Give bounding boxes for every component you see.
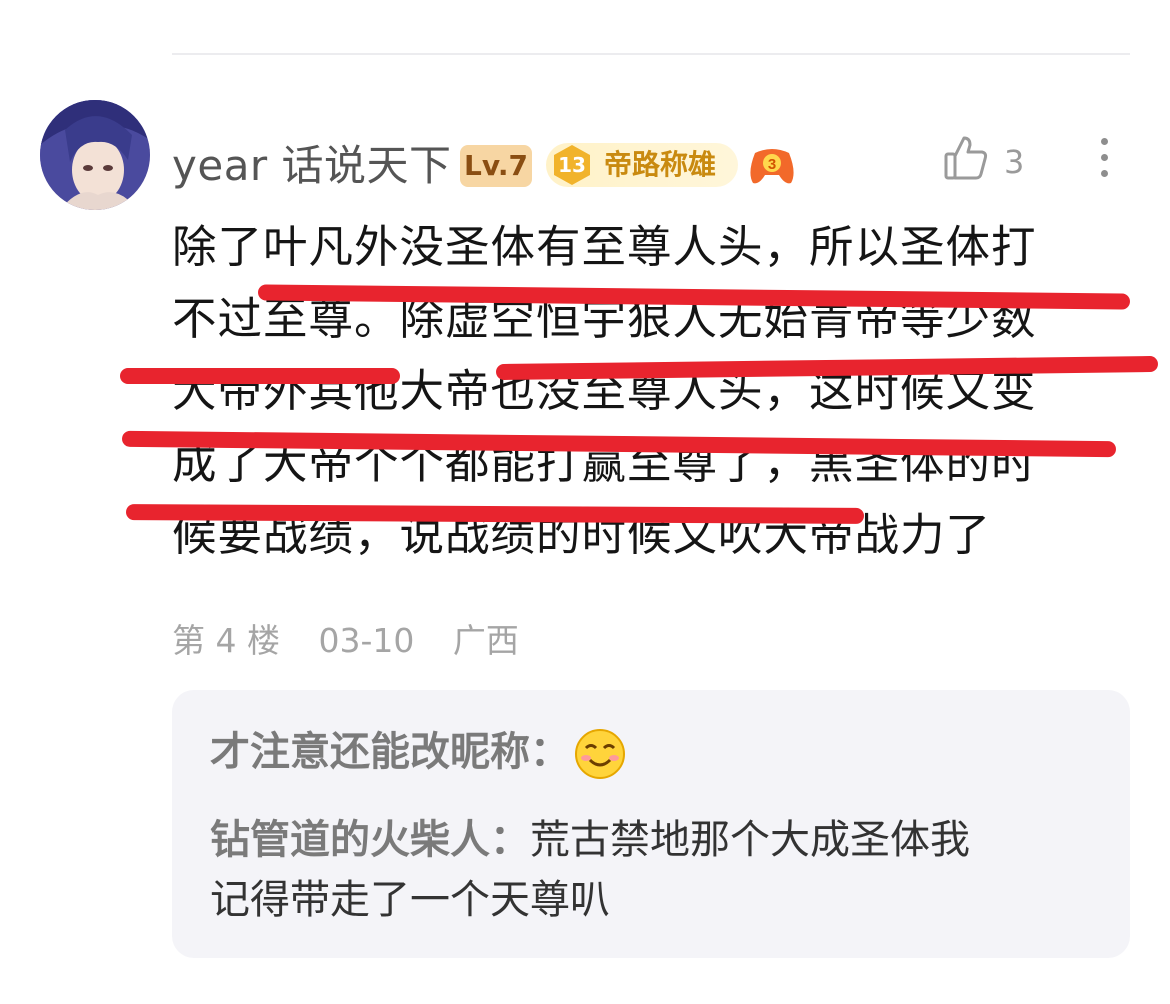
thumbs-up-icon[interactable]	[942, 134, 990, 182]
title-badge-text: 帝路称雄	[604, 148, 717, 181]
red-underline-mark	[120, 368, 400, 384]
level-badge: Lv.7	[460, 145, 532, 187]
top-divider	[172, 53, 1130, 55]
like-count: 3	[1004, 143, 1025, 181]
reply-author[interactable]: 钻管道的火柴人：	[210, 817, 530, 863]
comment-location: 广西	[452, 621, 519, 660]
comment-meta: 第 4 楼 03-10 广西	[172, 616, 547, 666]
game-badge-number: 3	[768, 156, 776, 173]
reply-text: 荒古禁地那个大成圣体我	[530, 817, 970, 863]
replies-box[interactable]: 才注意还能改昵称： 钻管道的火柴人：荒古禁地那个大成圣体我 记得带走了一个天尊叭	[172, 690, 1130, 958]
reply-text: 才注意还能改昵称：	[210, 729, 570, 775]
title-badge-number: 13	[558, 153, 586, 177]
reply-text: 记得带走了一个天尊叭	[210, 877, 610, 923]
reply-item[interactable]: 才注意还能改昵称：	[210, 722, 626, 782]
reply-item[interactable]: 钻管道的火柴人：荒古禁地那个大成圣体我 记得带走了一个天尊叭	[210, 810, 1100, 930]
floor-number: 第 4 楼	[172, 621, 280, 660]
comment-line: 除了叶凡外没圣体有至尊人头，所以圣体打	[172, 222, 1037, 273]
avatar[interactable]	[40, 100, 150, 210]
title-badge: 13 帝路称雄	[546, 143, 738, 187]
username[interactable]: year 话说天下	[172, 138, 452, 194]
comment-date: 03-10	[318, 621, 415, 660]
smile-emoji-icon	[575, 729, 625, 779]
gamepad-badge-icon: 3	[747, 143, 797, 187]
more-vertical-icon[interactable]	[1094, 134, 1114, 182]
